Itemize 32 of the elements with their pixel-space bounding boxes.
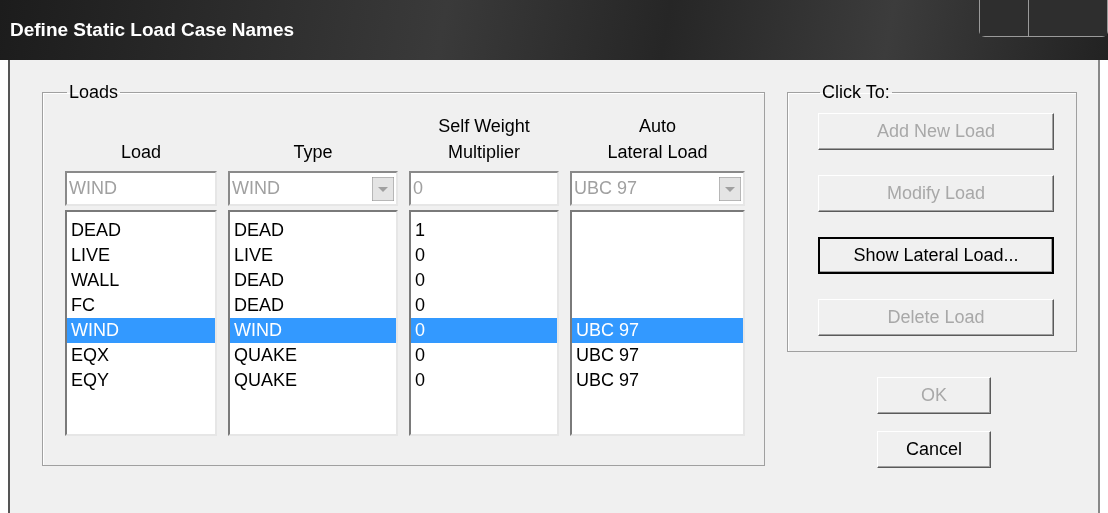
list-item[interactable]: WALL (67, 268, 215, 293)
list-item[interactable]: 0 (411, 343, 557, 368)
window-title: Define Static Load Case Names (10, 19, 295, 41)
column-header: Load (120, 141, 161, 164)
list-item[interactable]: 0 (411, 368, 557, 393)
list-item[interactable]: LIVE (67, 243, 215, 268)
group-label: Click To: (821, 82, 891, 103)
list-item[interactable]: EQX (67, 343, 215, 368)
list-item[interactable]: UBC 97 (572, 343, 743, 368)
column-header: Self Weight Multiplier (438, 115, 530, 164)
list-item[interactable]: FC (67, 293, 215, 318)
list-item[interactable]: QUAKE (230, 343, 396, 368)
dropdown-arrow-icon (372, 176, 394, 201)
list-item[interactable]: 1 (411, 218, 557, 243)
dropdown-arrow-icon (719, 176, 741, 201)
list-item[interactable]: DEAD (230, 293, 396, 318)
list-item[interactable]: 0 (411, 243, 557, 268)
dialog-button[interactable]: Cancel (877, 431, 991, 468)
list-item[interactable]: 0 (411, 293, 557, 318)
list-item[interactable]: QUAKE (230, 368, 396, 393)
column-header: Type (293, 141, 333, 164)
column-header: Auto Lateral Load (607, 115, 708, 164)
window-button[interactable] (980, 0, 1029, 36)
list-item[interactable]: EQY (67, 368, 215, 393)
action-button[interactable]: Show Lateral Load... (818, 237, 1054, 274)
list-item[interactable]: DEAD (230, 218, 396, 243)
list-item[interactable]: LIVE (230, 243, 396, 268)
list-item[interactable]: DEAD (67, 218, 215, 243)
list-item[interactable]: 0 (411, 268, 557, 293)
group-label: Loads (68, 82, 120, 103)
list-item[interactable]: UBC 97 (572, 368, 743, 393)
list-item[interactable]: DEAD (230, 268, 396, 293)
